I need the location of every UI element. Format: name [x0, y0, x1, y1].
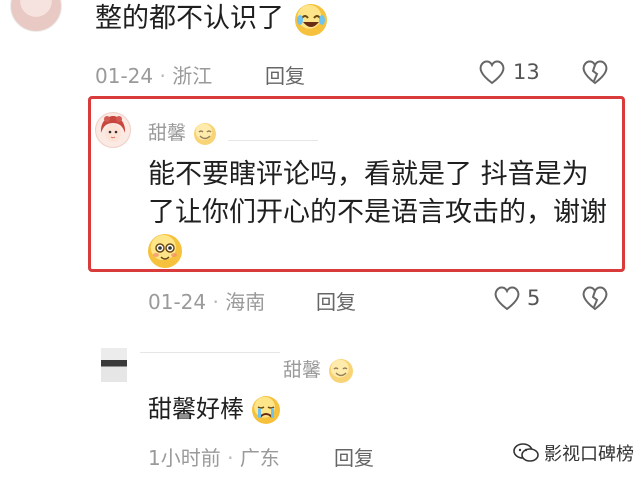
reply2-author-row: 甜馨 [283, 355, 354, 383]
smile-emoji-icon [329, 358, 354, 383]
crying-emoji-icon [251, 396, 280, 424]
heart-icon [479, 60, 505, 85]
comment-text-row: 整的都不认识了 [95, 2, 327, 36]
smile-emoji-icon [148, 234, 182, 268]
like-button[interactable] [478, 59, 506, 85]
wechat-icon [513, 443, 539, 462]
divider [140, 352, 280, 353]
dislike-icon [582, 60, 608, 85]
heart-icon [494, 286, 520, 311]
reply2-author: 甜馨 [283, 359, 322, 381]
reply2-avatar[interactable] [101, 348, 127, 382]
reply2-location: 广东 [239, 446, 280, 470]
reply2-time: 1小时前 [148, 446, 221, 470]
dislike-icon [582, 286, 608, 311]
reply2-text-row: 甜馨好棒 [148, 392, 280, 426]
like-count: 5 [527, 286, 541, 310]
reply-meta: 01-24 · 海南 [148, 290, 266, 314]
like-button[interactable] [493, 285, 521, 311]
reply-emoji-row [148, 234, 182, 268]
smile-emoji-icon [194, 122, 217, 145]
reply-button[interactable]: 回复 [265, 60, 305, 89]
dislike-button[interactable] [581, 59, 609, 85]
watermark-text: 影视口碑榜 [544, 444, 634, 465]
comment-meta: 01-24 · 浙江 [95, 64, 213, 88]
reply-location: 海南 [225, 290, 266, 314]
avatar[interactable] [10, 0, 62, 32]
like-count: 13 [513, 60, 540, 84]
reply-author: 甜馨 [148, 122, 187, 144]
dislike-button[interactable] [581, 285, 609, 311]
reply-text-line1: 能不要瞎评论吗，看就是了 抖音是为 [148, 159, 589, 190]
reply-avatar[interactable] [95, 112, 131, 148]
comment-text: 整的都不认识了 [95, 3, 284, 34]
name-underline [228, 140, 318, 141]
laugh-cry-emoji-icon [294, 3, 327, 36]
reply-author-row: 甜馨 [148, 118, 217, 145]
reply-button[interactable]: 回复 [334, 442, 374, 471]
girl-avatar-icon [96, 113, 130, 147]
reply-button[interactable]: 回复 [316, 286, 356, 315]
comment-date: 01-24 [95, 64, 154, 88]
watermark: 影视口碑榜 [512, 440, 634, 466]
comment-location: 浙江 [172, 64, 213, 88]
reply-date: 01-24 [148, 290, 207, 314]
reply2-text: 甜馨好棒 [148, 395, 244, 423]
reply-text-line2: 了让你们开心的不是语言攻击的，谢谢 [148, 197, 607, 228]
reply2-meta: 1小时前 · 广东 [148, 446, 280, 470]
